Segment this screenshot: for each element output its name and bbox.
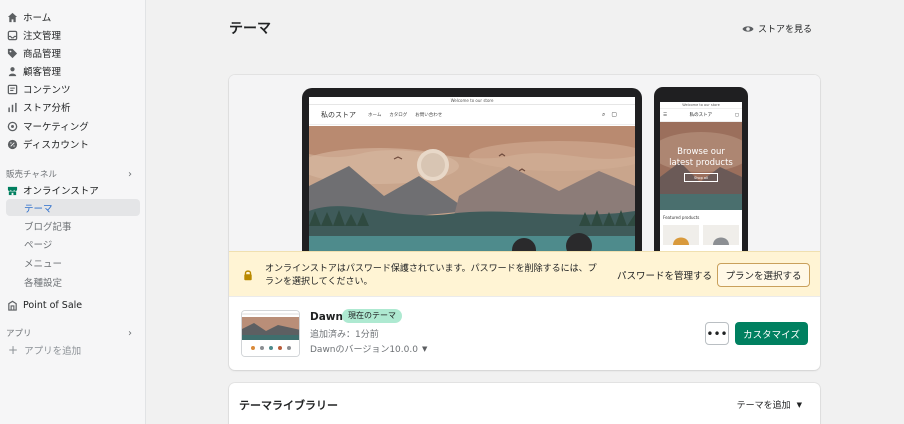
preview-store-name: 私のストア [321,110,356,119]
sidebar-item-orders[interactable]: 注文管理 [6,26,140,44]
lock-icon [244,270,252,281]
eye-icon [742,25,754,32]
theme-preview[interactable]: Welcome to our store 私のストア ホーム カタログ お問い合… [229,75,820,251]
caret-down-icon: ▼ [421,344,428,353]
product-thumbnail [663,225,699,245]
current-theme-row: Dawn 現在のテーマ 追加済み：1分前 Dawnのバージョン10.0.0 ▼ … [229,297,820,370]
mobile-hero-text: Browse our latest products Shop all [660,147,742,182]
add-app-button[interactable]: + アプリを追加 [8,343,81,357]
theme-version-label: Dawnのバージョン10.0.0 [310,345,418,355]
sidebar-item-content[interactable]: コンテンツ [6,80,140,98]
orders-icon [6,29,18,41]
preview-search-cart-icons: ⌕▢ [601,110,623,118]
desktop-preview-screen: Welcome to our store 私のストア ホーム カタログ お問い合… [309,97,635,251]
cart-icon: ▢ [734,112,739,118]
person-icon [6,65,18,77]
choose-plan-button[interactable]: プランを選択する [717,263,810,287]
sidebar-item-label: 顧客管理 [23,67,62,78]
sidebar-item-products[interactable]: 商品管理 [6,44,140,62]
store-icon [6,184,18,196]
discount-icon [6,138,18,150]
banner-message: オンラインストアはパスワード保護されています。パスワードを削除するには、プランを… [265,264,597,287]
mobile-featured-title: Featured products [663,215,700,220]
announcement-bar: Welcome to our store [309,97,635,105]
tag-icon [6,47,18,59]
chevron-right-icon: › [128,327,132,339]
sidebar-item-label: オンラインストア [23,186,99,197]
sidebar-item-label: ホーム [23,13,52,24]
sidebar-subitem-themes[interactable]: テーマ [6,199,140,216]
mobile-announcement-bar: Welcome to our store [660,102,742,109]
customize-button[interactable]: カスタマイズ [735,322,808,345]
theme-thumbnail [241,310,300,357]
sidebar-item-point-of-sale[interactable]: Point of Sale [6,296,140,314]
sidebar-item-label: コンテンツ [23,85,71,96]
add-theme-dropdown[interactable]: テーマを追加 ▼ [736,398,802,412]
apps-header[interactable]: アプリ › [6,327,132,340]
theme-version-dropdown[interactable]: Dawnのバージョン10.0.0 ▼ [310,342,428,356]
sidebar: ホーム 注文管理 商品管理 顧客管理 コンテンツ ストア分析 マーケティング デ… [0,0,146,424]
mobile-preview-header: ☰ 私のストア ▢ [660,109,742,122]
mobile-preview: Welcome to our store ☰ 私のストア ▢ Browse ou… [654,87,748,251]
preview-site-header: 私のストア ホーム カタログ お問い合わせ ⌕▢ [309,105,635,125]
sidebar-item-customers[interactable]: 顧客管理 [6,62,140,80]
desktop-preview: Welcome to our store 私のストア ホーム カタログ お問い合… [302,88,642,251]
content-icon [6,83,18,95]
current-theme-card: Welcome to our store 私のストア ホーム カタログ お問い合… [229,75,820,370]
pos-icon [6,299,18,311]
add-app-label: アプリを追加 [24,346,82,357]
current-theme-badge: 現在のテーマ [342,309,402,323]
preview-menu: ホーム カタログ お問い合わせ [368,111,448,118]
sidebar-subitem-pages[interactable]: ページ [6,235,140,252]
view-store-label: ストアを見る [757,25,812,35]
add-theme-label: テーマを追加 [736,401,791,411]
mobile-hero-line: Browse our [677,147,725,157]
hamburger-icon: ☰ [663,112,668,118]
marketing-icon [6,120,18,132]
mobile-shop-all-button: Shop all [684,173,718,182]
manage-password-link[interactable]: パスワードを管理する [617,268,712,282]
hero-landscape-image [309,126,635,251]
sidebar-subitem-blog-posts[interactable]: ブログ記事 [6,217,140,234]
sidebar-item-label: 商品管理 [23,49,62,60]
sidebar-subitem-preferences[interactable]: 各種設定 [6,273,140,290]
sidebar-item-analytics[interactable]: ストア分析 [6,98,140,116]
chevron-right-icon: › [128,168,132,180]
sidebar-item-label: ストア分析 [23,103,71,114]
sidebar-item-label: ディスカウント [23,140,89,151]
sidebar-item-label: Point of Sale [23,299,83,311]
mobile-hero-line: latest products [669,158,733,168]
mobile-hero: Browse our latest products Shop all [660,122,742,210]
more-actions-button[interactable]: ••• [705,322,729,345]
sidebar-item-online-store[interactable]: オンラインストア [6,181,140,199]
sidebar-item-discounts[interactable]: ディスカウント [6,135,140,153]
sidebar-item-label: マーケティング [23,122,89,133]
page-title: テーマ [229,21,271,37]
mobile-product-grid [660,225,742,245]
sidebar-item-label: 注文管理 [23,31,62,42]
preview-menu-item: ホーム [368,113,382,118]
mobile-store-name: 私のストア [689,113,713,118]
analytics-icon [6,101,18,113]
theme-library-card: テーマライブラリー テーマを追加 ▼ [229,383,820,424]
product-thumbnail [703,225,739,245]
theme-library-title: テーマライブラリー [239,399,338,412]
preview-menu-item: お問い合わせ [415,113,443,118]
sales-channels-label: 販売チャネル [6,170,57,180]
home-icon [6,11,18,23]
theme-name: Dawn [310,311,343,323]
apps-label: アプリ [6,329,32,339]
sales-channels-header[interactable]: 販売チャネル › [6,168,132,181]
mobile-preview-screen: Welcome to our store ☰ 私のストア ▢ Browse ou… [660,102,742,251]
sidebar-item-marketing[interactable]: マーケティング [6,117,140,135]
caret-down-icon: ▼ [796,400,802,409]
password-protection-banner: オンラインストアはパスワード保護されています。パスワードを削除するには、プランを… [229,251,820,297]
sidebar-item-home[interactable]: ホーム [6,8,140,26]
preview-menu-item: カタログ [389,113,408,118]
plus-icon: + [8,343,19,357]
view-store-button[interactable]: ストアを見る [742,22,812,35]
sidebar-subitem-navigation[interactable]: メニュー [6,254,140,271]
theme-added-time: 追加済み：1分前 [310,330,379,340]
